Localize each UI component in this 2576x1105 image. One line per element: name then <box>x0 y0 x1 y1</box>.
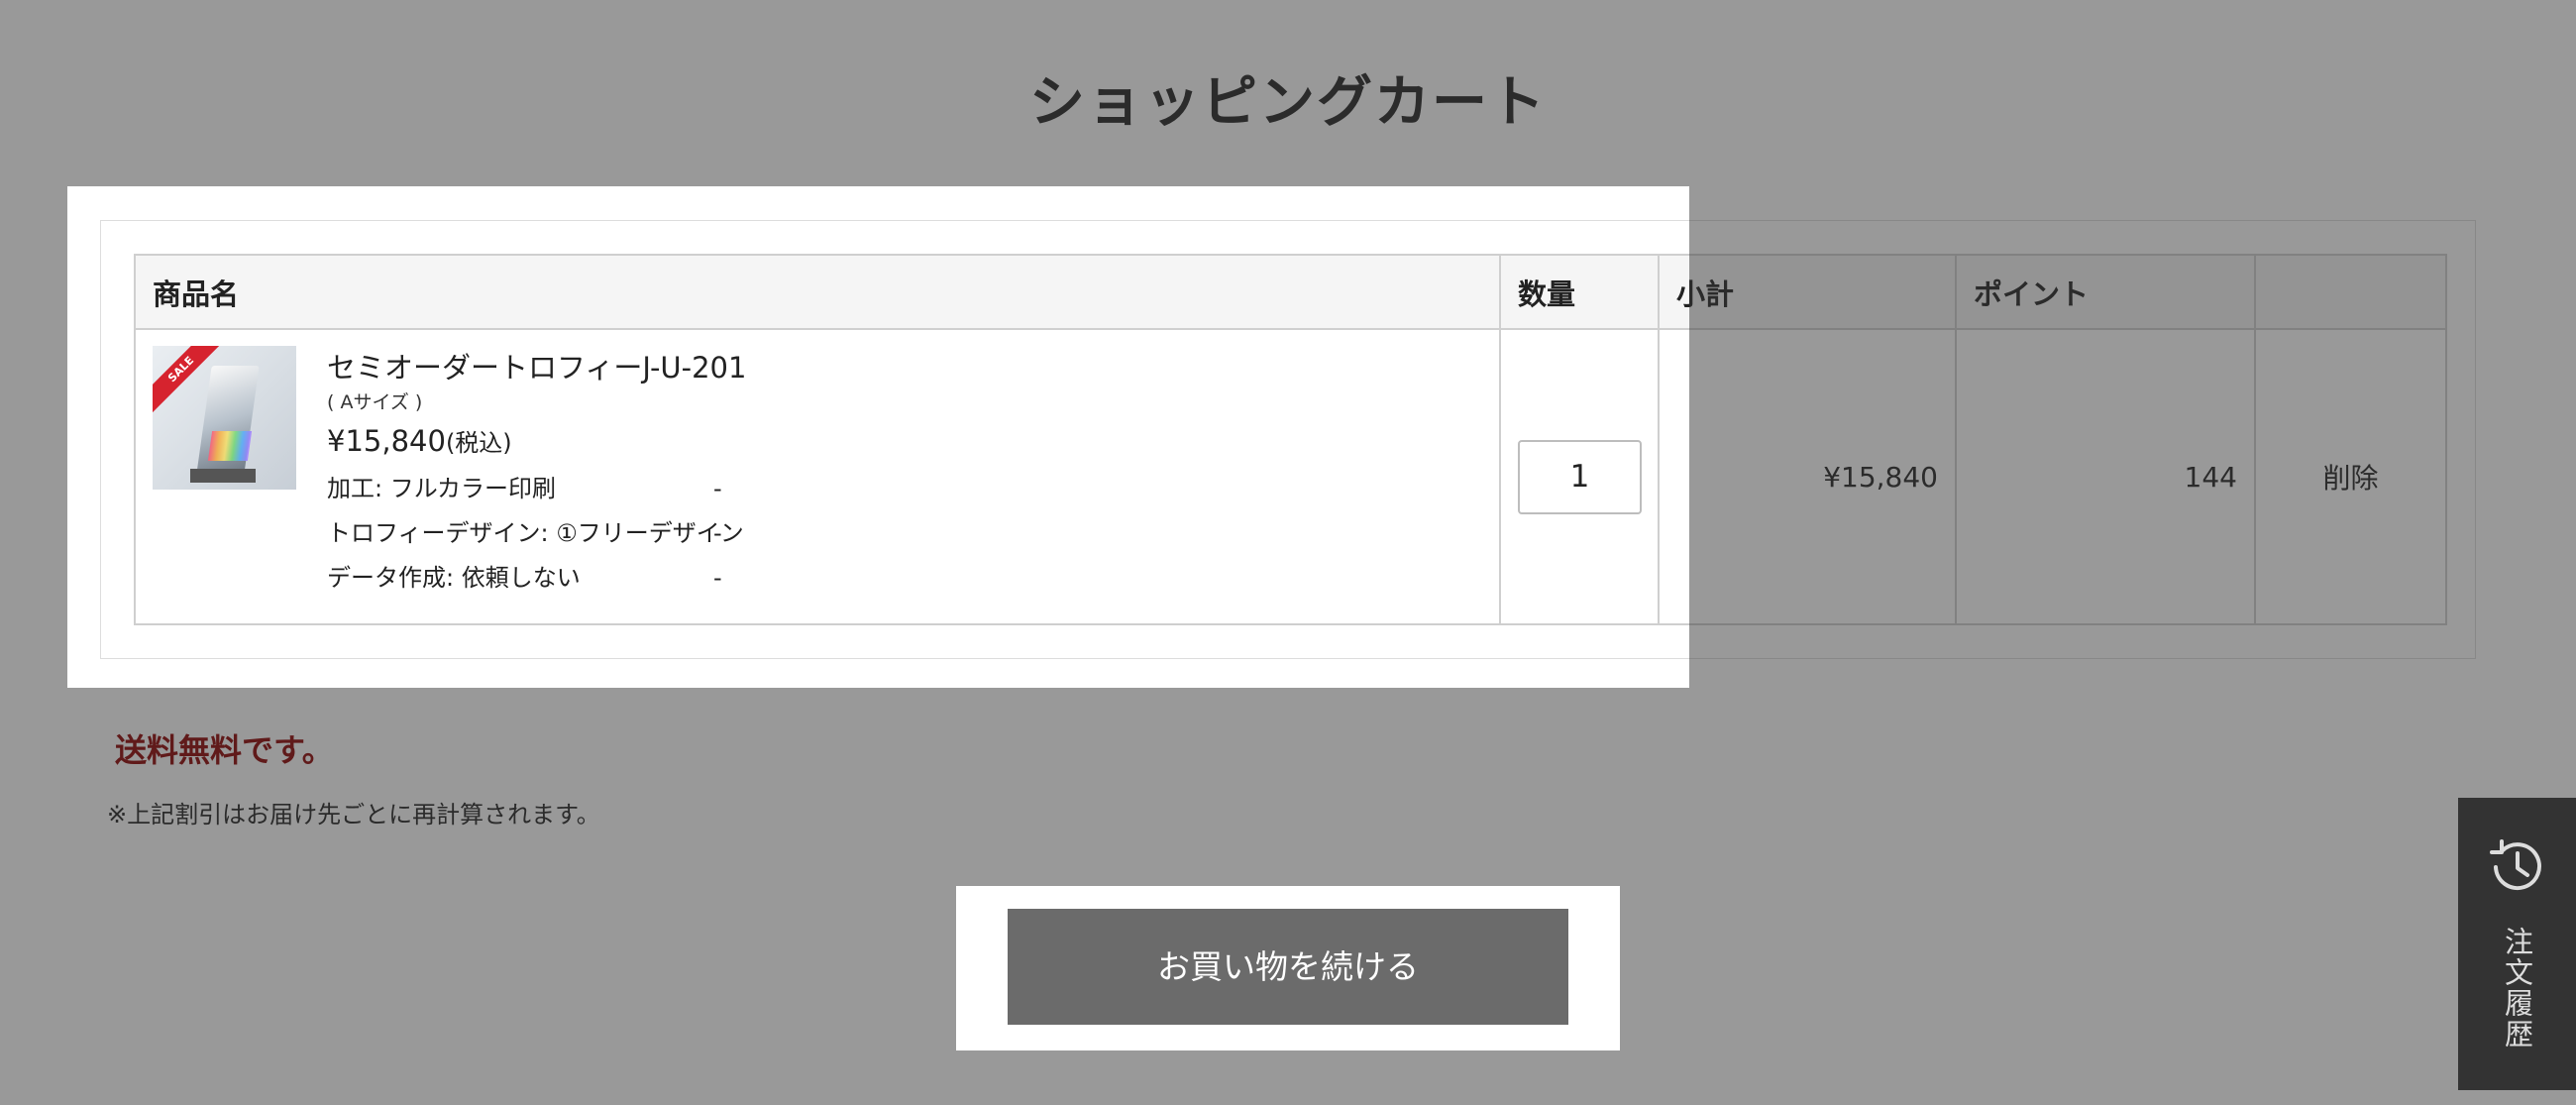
product-price: ¥15,840(税込) <box>327 417 882 467</box>
option-label: 加工: フルカラー印刷 <box>327 475 556 502</box>
quantity-input[interactable] <box>1518 439 1642 514</box>
modal-overlay <box>956 1050 1620 1105</box>
modal-overlay <box>0 186 67 688</box>
modal-overlay <box>1689 186 2576 688</box>
product-price-value: ¥15,840 <box>327 424 446 458</box>
product-name[interactable]: セミオーダートロフィーJ-U-201 <box>327 348 882 387</box>
order-history-label-wrap: 注文履歴 <box>2458 927 2576 1075</box>
product-option: 加工: フルカラー印刷 - <box>327 467 882 511</box>
option-label: データ作成: 依頼しない <box>327 564 581 592</box>
modal-overlay <box>0 886 956 1105</box>
quantity-cell <box>1499 328 1660 625</box>
continue-button-highlight: お買い物を続ける <box>956 886 1620 1050</box>
column-header-product: 商品名 <box>134 254 1501 330</box>
product-size: ( Aサイズ ) <box>327 391 423 413</box>
option-label: トロフィーデザイン: ①フリーデザイン <box>327 519 744 547</box>
modal-overlay <box>0 688 2576 886</box>
product-option: トロフィーデザイン: ①フリーデザイン - <box>327 511 882 556</box>
option-value: - <box>713 475 722 502</box>
continue-shopping-button[interactable]: お買い物を続ける <box>1008 909 1568 1025</box>
order-history-label: 注文履歴 <box>2500 927 2534 1050</box>
modal-overlay <box>0 0 2576 186</box>
cart-page: ショッピングカート 商品名 数量 小計 ポイント <box>0 0 2576 1105</box>
order-history-tab[interactable]: 注文履歴 <box>2458 798 2576 1090</box>
product-thumbnail[interactable]: SALE <box>153 346 296 490</box>
tax-note: (税込) <box>445 429 512 457</box>
trophy-print <box>207 431 253 461</box>
product-info: セミオーダートロフィーJ-U-201 ( Aサイズ ) ¥15,840(税込) … <box>327 348 882 601</box>
column-header-quantity: 数量 <box>1499 254 1660 330</box>
trophy-base <box>190 469 256 483</box>
option-value: - <box>713 564 722 592</box>
product-option: データ作成: 依頼しない - <box>327 556 882 601</box>
history-clock-icon <box>2490 839 2541 891</box>
option-value: - <box>713 519 722 547</box>
modal-overlay <box>1620 886 2576 1105</box>
product-cell: SALE セミオーダートロフィーJ-U-201 ( Aサイズ ) ¥15,840… <box>134 328 1501 625</box>
